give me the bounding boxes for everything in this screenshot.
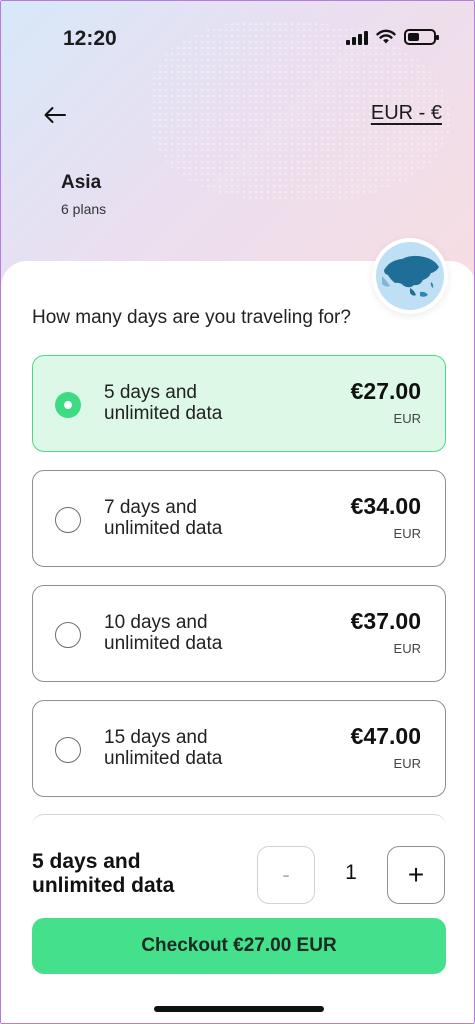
plan-option-5-days[interactable]: 5 days and unlimited data €27.00 EUR bbox=[32, 355, 446, 452]
selected-plan-summary: 5 days and unlimited data bbox=[32, 850, 232, 898]
battery-icon bbox=[404, 29, 439, 45]
summary-line2: unlimited data bbox=[32, 874, 175, 897]
plan-currency: EUR bbox=[393, 756, 421, 771]
plan-label-line2: unlimited data bbox=[104, 403, 223, 424]
plan-label-line2: unlimited data bbox=[104, 748, 223, 769]
battery-level bbox=[408, 33, 419, 41]
status-bar: 12:20 bbox=[1, 1, 474, 71]
plan-currency: EUR bbox=[393, 411, 421, 426]
back-button[interactable] bbox=[37, 97, 73, 133]
plan-label-line1: 7 days and bbox=[104, 497, 197, 518]
quantity-value: 1 bbox=[345, 861, 357, 884]
plan-currency: EUR bbox=[393, 641, 421, 656]
plan-label: 10 days and unlimited data bbox=[104, 612, 284, 654]
plan-label-line2: unlimited data bbox=[104, 633, 223, 654]
arrow-left-icon bbox=[44, 107, 66, 123]
quantity-increase-button[interactable]: + bbox=[387, 846, 445, 904]
plan-label-line2: unlimited data bbox=[104, 518, 223, 539]
plan-price: €37.00 bbox=[350, 608, 421, 634]
plan-label-line1: 5 days and bbox=[104, 382, 197, 403]
region-globe bbox=[372, 238, 448, 314]
radio-unselected[interactable] bbox=[55, 737, 81, 763]
cellular-signal-icon bbox=[346, 29, 368, 45]
plan-option-10-days[interactable]: 10 days and unlimited data €37.00 EUR bbox=[32, 585, 446, 682]
region-title: Asia bbox=[61, 172, 102, 193]
home-indicator[interactable] bbox=[154, 1006, 324, 1012]
plan-label: 15 days and unlimited data bbox=[104, 727, 284, 769]
plan-price: €34.00 bbox=[350, 493, 421, 519]
plan-option-7-days[interactable]: 7 days and unlimited data €34.00 EUR bbox=[32, 470, 446, 567]
app-screen: 12:20 EUR - € Asia 6 plans How many days… bbox=[0, 0, 475, 1024]
asia-globe-icon bbox=[376, 242, 444, 310]
status-icons bbox=[346, 29, 439, 45]
plan-price: €47.00 bbox=[350, 723, 421, 749]
summary-line1: 5 days and bbox=[32, 850, 141, 873]
plans-count: 6 plans bbox=[61, 201, 107, 217]
status-time: 12:20 bbox=[63, 27, 117, 50]
plan-label-line1: 15 days and bbox=[104, 727, 208, 748]
checkout-button[interactable]: Checkout €27.00 EUR bbox=[32, 918, 446, 974]
currency-selector[interactable]: EUR - € bbox=[371, 102, 442, 125]
plan-label: 5 days and unlimited data bbox=[104, 382, 284, 424]
radio-unselected[interactable] bbox=[55, 507, 81, 533]
plan-currency: EUR bbox=[393, 526, 421, 541]
plan-label: 7 days and unlimited data bbox=[104, 497, 284, 539]
plan-price: €27.00 bbox=[350, 378, 421, 404]
wifi-icon bbox=[376, 29, 396, 44]
days-question: How many days are you traveling for? bbox=[32, 307, 351, 328]
plan-option-15-days[interactable]: 15 days and unlimited data €47.00 EUR bbox=[32, 700, 446, 797]
quantity-decrease-button[interactable]: - bbox=[257, 846, 315, 904]
plan-label-line1: 10 days and bbox=[104, 612, 208, 633]
radio-unselected[interactable] bbox=[55, 622, 81, 648]
radio-selected[interactable] bbox=[55, 392, 81, 418]
